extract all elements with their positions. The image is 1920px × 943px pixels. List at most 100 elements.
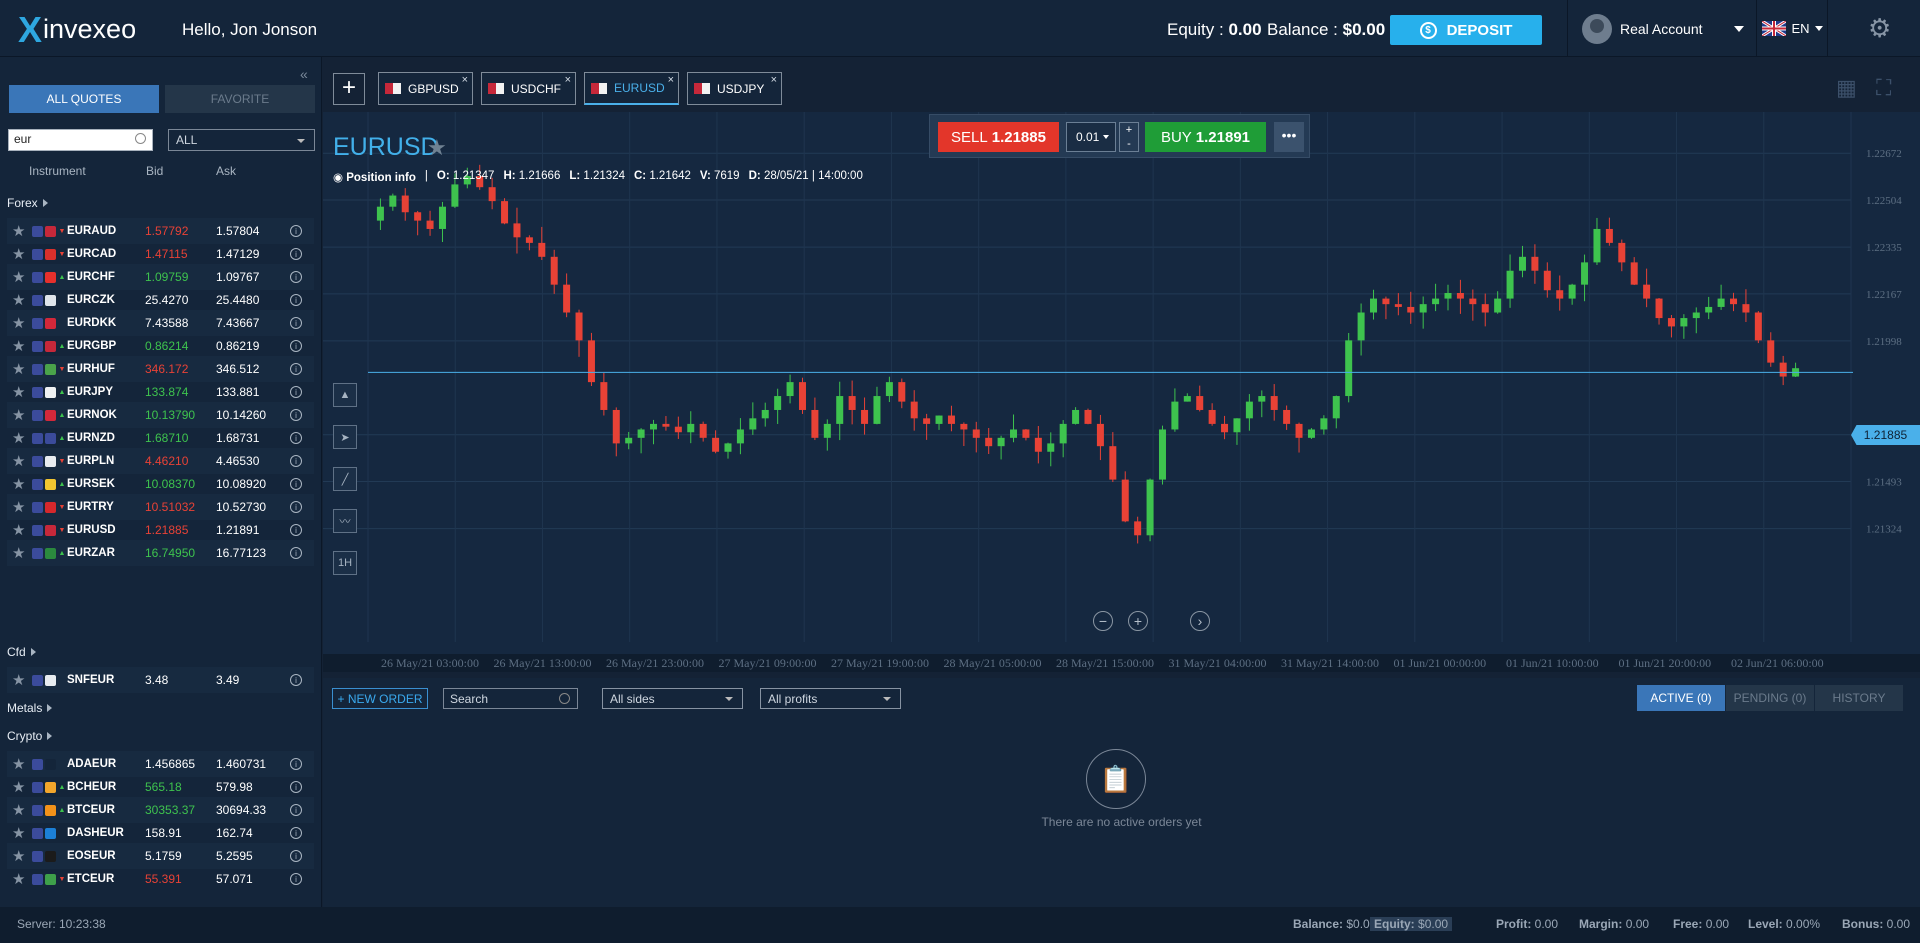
info-icon[interactable]: i (290, 317, 302, 329)
star-icon[interactable]: ★ (12, 671, 30, 689)
price-chart[interactable]: 26 May/21 03:00:00 26 May/21 13:00:00 26 M… (323, 112, 1920, 672)
quote-ask: 5.2595 (216, 849, 253, 863)
candle-body (836, 396, 844, 424)
zoom-out-icon[interactable]: − (1093, 611, 1113, 631)
sides-select[interactable]: All sides (602, 688, 743, 709)
info-icon[interactable]: i (290, 827, 302, 839)
info-icon[interactable]: i (290, 501, 302, 513)
trendline-tool-icon[interactable]: ╱ (333, 467, 357, 491)
info-icon[interactable]: i (290, 547, 302, 559)
star-icon[interactable]: ★ (12, 383, 30, 401)
close-icon[interactable]: × (771, 74, 777, 86)
position-info-toggle[interactable]: ◉ Position info (333, 170, 416, 184)
collapse-sidebar-icon[interactable]: « (300, 66, 308, 82)
info-icon[interactable]: i (290, 758, 302, 770)
tab-pending-orders[interactable]: PENDING (0) (1726, 685, 1814, 711)
y-tick-label: 1.21998 (1866, 336, 1902, 348)
star-icon[interactable]: ★ (12, 521, 30, 539)
group-cfd[interactable]: Cfd (7, 645, 36, 659)
orders-search-input[interactable]: Search (443, 688, 578, 709)
info-icon[interactable]: i (290, 340, 302, 352)
quote-row[interactable]: ★ SNFEUR 3.48 3.49 i (7, 667, 314, 693)
lot-stepper[interactable]: + - (1119, 122, 1139, 152)
fullscreen-icon[interactable]: ⛶ (1876, 77, 1900, 101)
deposit-button[interactable]: $ DEPOSIT (1390, 15, 1542, 45)
star-icon[interactable]: ★ (12, 222, 30, 240)
close-icon[interactable]: × (565, 74, 571, 86)
tab-usdjpy[interactable]: USDJPY × (687, 72, 782, 105)
tab-eurusd[interactable]: EURUSD × (584, 72, 679, 105)
star-icon[interactable]: ★ (12, 870, 30, 888)
info-icon[interactable]: i (290, 455, 302, 467)
chart-type-icon[interactable]: ▲ (333, 383, 357, 407)
tab-usdchf[interactable]: USDCHF × (481, 72, 576, 105)
star-icon[interactable]: ★ (12, 337, 30, 355)
quote-row[interactable]: ★ ▼ ETCEUR 55.391 57.071 i (7, 866, 314, 892)
info-icon[interactable]: i (290, 478, 302, 490)
tab-all-quotes[interactable]: ALL QUOTES (9, 85, 159, 113)
instrument-search-input[interactable]: eur (8, 129, 153, 151)
star-icon[interactable]: ★ (12, 847, 30, 865)
star-icon[interactable]: ★ (12, 291, 30, 309)
language-selector[interactable]: EN (1758, 0, 1828, 57)
tab-active-orders[interactable]: ACTIVE (0) (1637, 685, 1725, 711)
info-icon[interactable]: i (290, 674, 302, 686)
info-icon[interactable]: i (290, 873, 302, 885)
star-icon[interactable]: ★ (12, 498, 30, 516)
info-icon[interactable]: i (290, 850, 302, 862)
info-icon[interactable]: i (290, 363, 302, 375)
info-icon[interactable]: i (290, 248, 302, 260)
star-icon[interactable]: ★ (12, 544, 30, 562)
info-icon[interactable]: i (290, 781, 302, 793)
star-icon[interactable]: ★ (12, 824, 30, 842)
zoom-in-icon[interactable]: + (1128, 611, 1148, 631)
info-icon[interactable]: i (290, 294, 302, 306)
sell-button[interactable]: SELL 1.21885 (938, 122, 1059, 152)
group-forex[interactable]: Forex (7, 196, 48, 210)
quote-row[interactable]: ★ ▲ EURZAR 16.74950 16.77123 i (7, 540, 314, 566)
info-icon[interactable]: i (290, 432, 302, 444)
close-icon[interactable]: × (462, 74, 468, 86)
candle-body (811, 409, 819, 438)
star-icon[interactable]: ★ (12, 801, 30, 819)
favorite-star-icon[interactable]: ★ (427, 135, 447, 161)
tab-gbpusd[interactable]: GBPUSD × (378, 72, 473, 105)
info-icon[interactable]: i (290, 386, 302, 398)
star-icon[interactable]: ★ (12, 429, 30, 447)
star-icon[interactable]: ★ (12, 778, 30, 796)
group-metals[interactable]: Metals (7, 701, 52, 715)
candle-body (997, 437, 1005, 447)
info-icon[interactable]: i (290, 271, 302, 283)
star-icon[interactable]: ★ (12, 452, 30, 470)
info-icon[interactable]: i (290, 225, 302, 237)
star-icon[interactable]: ★ (12, 755, 30, 773)
tab-favorite[interactable]: FAVORITE (165, 85, 315, 113)
star-icon[interactable]: ★ (12, 314, 30, 332)
gear-icon[interactable]: ⚙ (1868, 15, 1892, 41)
lot-size-select[interactable]: 0.01 (1066, 122, 1116, 152)
buy-button[interactable]: BUY 1.21891 (1145, 122, 1266, 152)
group-crypto[interactable]: Crypto (7, 729, 52, 743)
cursor-tool-icon[interactable]: ➤ (333, 425, 357, 449)
logo[interactable]: Xinvexeo (18, 11, 136, 47)
profits-select[interactable]: All profits (760, 688, 901, 709)
star-icon[interactable]: ★ (12, 268, 30, 286)
info-icon[interactable]: i (290, 409, 302, 421)
info-icon[interactable]: i (290, 524, 302, 536)
tab-history[interactable]: HISTORY (1815, 685, 1903, 711)
close-icon[interactable]: × (668, 74, 674, 86)
scroll-right-icon[interactable]: › (1190, 611, 1210, 631)
instrument-filter-select[interactable]: ALL (168, 129, 315, 151)
star-icon[interactable]: ★ (12, 475, 30, 493)
layout-grid-icon[interactable]: ▦ (1836, 77, 1860, 101)
more-options-button[interactable]: ••• (1274, 122, 1304, 152)
indicators-icon[interactable]: 〰 (333, 509, 357, 533)
info-icon[interactable]: i (290, 804, 302, 816)
timeframe-button[interactable]: 1H (333, 551, 357, 575)
star-icon[interactable]: ★ (12, 406, 30, 424)
new-order-button[interactable]: + NEW ORDER (332, 688, 428, 709)
account-selector[interactable]: Real Account (1567, 0, 1757, 57)
add-tab-button[interactable]: + (333, 73, 365, 105)
star-icon[interactable]: ★ (12, 360, 30, 378)
star-icon[interactable]: ★ (12, 245, 30, 263)
